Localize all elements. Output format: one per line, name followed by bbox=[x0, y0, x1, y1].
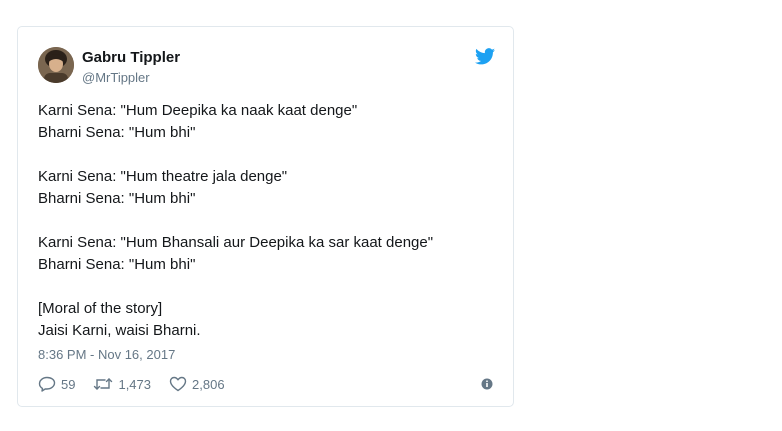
tweet-actions: 59 1,473 2,806 bbox=[38, 374, 243, 394]
like-button[interactable]: 2,806 bbox=[169, 376, 225, 392]
info-icon[interactable] bbox=[481, 377, 493, 390]
avatar[interactable] bbox=[38, 47, 74, 83]
author-name[interactable]: Gabru Tippler bbox=[82, 49, 180, 66]
twitter-bird-icon[interactable] bbox=[475, 48, 497, 66]
tweet-card: Gabru Tippler @MrTippler Karni Sena: "Hu… bbox=[17, 26, 514, 407]
reply-icon bbox=[38, 376, 56, 392]
tweet-text-line: Karni Sena: "Hum Bhansali aur Deepika ka… bbox=[38, 234, 434, 251]
tweet-text-line bbox=[38, 210, 498, 232]
tweet-text-line: Karni Sena: "Hum theatre jala denge" bbox=[38, 168, 288, 185]
tweet-text-line: Jaisi Karni, waisi Bharni. bbox=[38, 322, 201, 339]
tweet-timestamp[interactable]: 8:36 PM - Nov 16, 2017 bbox=[38, 347, 175, 362]
retweet-count: 1,473 bbox=[118, 376, 152, 392]
tweet-text-line: [Moral of the story] bbox=[38, 300, 163, 317]
reply-count: 59 bbox=[61, 376, 76, 392]
tweet-text: Karni Sena: "Hum Deepika ka naak kaat de… bbox=[38, 100, 498, 342]
tweet-text-line bbox=[38, 144, 498, 166]
retweet-button[interactable]: 1,473 bbox=[93, 376, 151, 392]
heart-icon bbox=[169, 376, 187, 392]
like-count: 2,806 bbox=[192, 376, 225, 392]
tweet-text-line: Bharni Sena: "Hum bhi" bbox=[38, 256, 196, 273]
author-handle[interactable]: @MrTippler bbox=[82, 70, 150, 85]
tweet-text-line: Bharni Sena: "Hum bhi" bbox=[38, 190, 196, 207]
tweet-text-line: Karni Sena: "Hum Deepika ka naak kaat de… bbox=[38, 102, 358, 119]
tweet-text-line: Bharni Sena: "Hum bhi" bbox=[38, 124, 196, 141]
tweet-text-line bbox=[38, 276, 498, 298]
retweet-icon bbox=[94, 378, 113, 390]
reply-button[interactable]: 59 bbox=[38, 376, 75, 392]
